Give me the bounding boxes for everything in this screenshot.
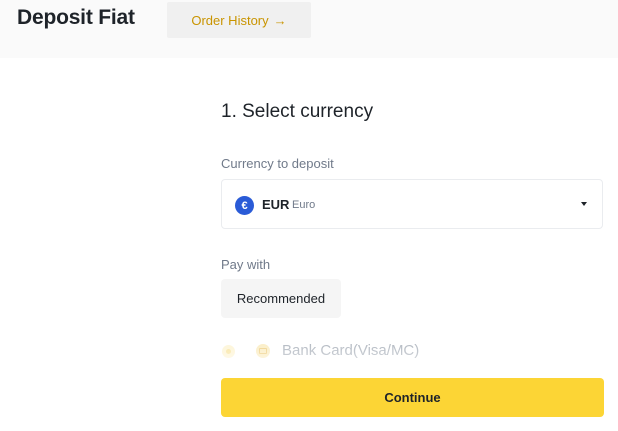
order-history-button[interactable]: Order History →	[167, 2, 311, 38]
recommended-tab[interactable]: Recommended	[221, 279, 341, 318]
page-title: Deposit Fiat	[17, 6, 135, 29]
step-title: 1. Select currency	[221, 101, 374, 122]
currency-label: Currency to deposit	[221, 156, 334, 171]
currency-code: EUR	[262, 197, 290, 212]
bank-card-radio[interactable]	[222, 345, 235, 358]
order-history-label: Order History	[191, 12, 269, 28]
continue-button[interactable]: Continue	[221, 378, 604, 417]
arrow-right-icon: →	[273, 12, 287, 28]
bank-card-option[interactable]: Bank Card(Visa/MC)	[221, 340, 603, 364]
card-icon	[256, 344, 270, 358]
header-bar: Deposit Fiat Order History →	[0, 0, 618, 58]
caret-down-icon	[581, 202, 587, 206]
pay-with-label: Pay with	[221, 257, 271, 272]
bank-card-label: Bank Card(Visa/MC)	[282, 342, 420, 359]
currency-select[interactable]: € EUR Euro	[221, 179, 603, 229]
euro-coin-icon: €	[235, 196, 254, 215]
currency-name: Euro	[292, 199, 316, 211]
